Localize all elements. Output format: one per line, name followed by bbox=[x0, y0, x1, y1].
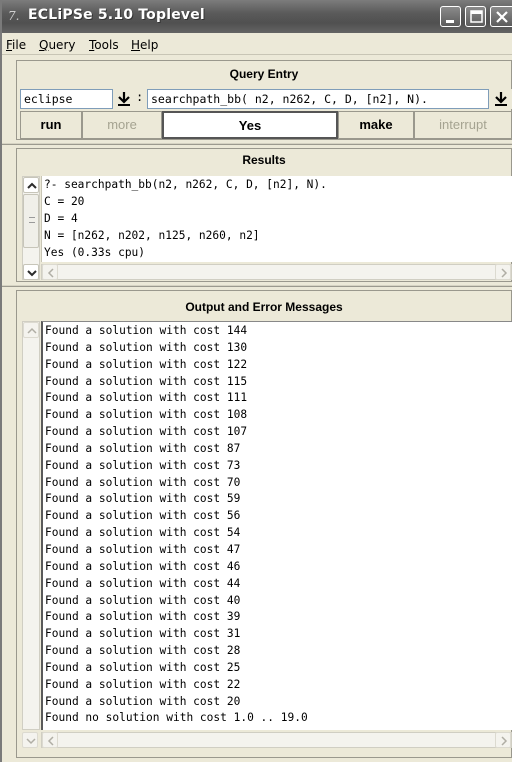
query-entry-heading: Query Entry bbox=[229, 67, 299, 81]
divider[interactable] bbox=[2, 143, 512, 145]
output-line: Found a solution with cost 22 bbox=[45, 677, 241, 691]
download-arrow-icon bbox=[495, 92, 507, 106]
chevron-right-icon bbox=[501, 268, 508, 278]
chevron-down-icon bbox=[27, 270, 37, 277]
chevron-right-icon bbox=[501, 736, 508, 746]
output-line: Found a solution with cost 56 bbox=[45, 509, 241, 523]
chevron-up-icon bbox=[27, 182, 37, 189]
scroll-left-button[interactable] bbox=[42, 732, 58, 748]
module-field[interactable]: eclipse bbox=[20, 89, 113, 109]
results-scroll-thumb[interactable] bbox=[23, 194, 39, 248]
interrupt-button[interactable]: interrupt bbox=[414, 111, 512, 139]
scroll-right-button[interactable] bbox=[495, 732, 511, 748]
close-button[interactable] bbox=[490, 6, 512, 27]
output-line: Found a solution with cost 44 bbox=[45, 576, 241, 590]
output-line: Found a solution with cost 115 bbox=[45, 374, 248, 388]
scroll-down-button[interactable] bbox=[23, 264, 39, 280]
status-yes-indicator: Yes bbox=[162, 111, 338, 139]
results-line: C = 20 bbox=[44, 195, 85, 208]
results-line: D = 4 bbox=[44, 212, 78, 225]
menu-bar: File Query Tools Help bbox=[2, 33, 512, 55]
download-arrow-icon bbox=[118, 92, 130, 106]
make-button[interactable]: make bbox=[338, 111, 414, 139]
menu-tools[interactable]: Tools bbox=[89, 38, 119, 52]
window-title: ECLiPSe 5.10 Toplevel bbox=[28, 7, 205, 23]
results-line: N = [n262, n202, n125, n260, n2] bbox=[44, 229, 260, 242]
output-line: Found a solution with cost 122 bbox=[45, 357, 248, 371]
module-history-button[interactable] bbox=[113, 89, 135, 109]
output-line: Found a solution with cost 73 bbox=[45, 458, 241, 472]
output-line: Found no solution with cost 1.0 .. 19.0 bbox=[45, 711, 308, 725]
results-horizontal-scrollbar[interactable] bbox=[41, 264, 512, 280]
scroll-right-button[interactable] bbox=[495, 264, 511, 280]
scroll-down-button[interactable] bbox=[22, 732, 38, 748]
output-line: Found a solution with cost 111 bbox=[45, 391, 248, 405]
output-line: Found a solution with cost 59 bbox=[45, 492, 241, 506]
chevron-up-icon bbox=[27, 327, 37, 334]
output-line: Found a solution with cost 107 bbox=[45, 425, 248, 439]
menu-file[interactable]: File bbox=[6, 38, 26, 52]
chevron-left-icon bbox=[47, 268, 54, 278]
results-line: ?- searchpath_bb(n2, n262, C, D, [n2], N… bbox=[44, 178, 327, 191]
menu-help[interactable]: Help bbox=[131, 38, 158, 52]
output-vertical-scrollbar[interactable] bbox=[22, 321, 40, 730]
minimize-button[interactable] bbox=[440, 6, 461, 27]
maximize-button[interactable] bbox=[465, 6, 486, 27]
output-text-area[interactable]: Found a solution with cost 144 Found a so… bbox=[41, 321, 512, 730]
scroll-up-button[interactable] bbox=[23, 322, 39, 338]
chevron-down-icon bbox=[26, 738, 36, 745]
query-input[interactable]: searchpath_bb( n2, n262, C, D, [n2], N). bbox=[147, 89, 489, 109]
output-line: Found a solution with cost 39 bbox=[45, 610, 241, 624]
module-separator: : bbox=[136, 90, 144, 104]
output-line: Found a solution with cost 25 bbox=[45, 660, 241, 674]
close-icon bbox=[496, 11, 508, 23]
results-heading: Results bbox=[242, 153, 286, 167]
output-line: Found a solution with cost 28 bbox=[45, 644, 241, 658]
output-line: Found a solution with cost 47 bbox=[45, 542, 241, 556]
title-bar[interactable]: 7. ECLiPSe 5.10 Toplevel bbox=[2, 0, 512, 33]
output-line: Found a solution with cost 46 bbox=[45, 559, 241, 573]
menu-query[interactable]: Query bbox=[39, 38, 75, 52]
scroll-up-button[interactable] bbox=[23, 177, 39, 193]
results-line: Yes (0.33s cpu) bbox=[44, 246, 146, 259]
app-icon: 7. bbox=[8, 9, 20, 23]
output-line: Found a solution with cost 54 bbox=[45, 526, 241, 540]
output-heading: Output and Error Messages bbox=[185, 300, 343, 314]
query-history-button[interactable] bbox=[490, 89, 512, 109]
scroll-left-button[interactable] bbox=[42, 264, 58, 280]
output-horizontal-scrollbar[interactable] bbox=[41, 732, 512, 748]
divider[interactable] bbox=[2, 285, 512, 287]
more-button[interactable]: more bbox=[82, 111, 162, 139]
run-button[interactable]: run bbox=[20, 111, 82, 139]
results-text-area[interactable]: ?- searchpath_bb(n2, n262, C, D, [n2], N… bbox=[41, 176, 512, 262]
minimize-icon bbox=[446, 20, 454, 23]
output-line: Found a solution with cost 70 bbox=[45, 475, 241, 489]
main-window: 7. ECLiPSe 5.10 Toplevel File Query Tool… bbox=[0, 0, 512, 762]
output-line: Found a solution with cost 87 bbox=[45, 441, 241, 455]
output-line: Found a solution with cost 20 bbox=[45, 694, 241, 708]
output-line: Found a solution with cost 108 bbox=[45, 408, 248, 422]
output-line: Found a solution with cost 31 bbox=[45, 627, 241, 641]
maximize-icon bbox=[470, 10, 483, 23]
output-line: Found a solution with cost 144 bbox=[45, 324, 248, 337]
output-line: Found a solution with cost 40 bbox=[45, 593, 241, 607]
chevron-left-icon bbox=[47, 736, 54, 746]
output-line: Found a solution with cost 130 bbox=[45, 340, 248, 354]
